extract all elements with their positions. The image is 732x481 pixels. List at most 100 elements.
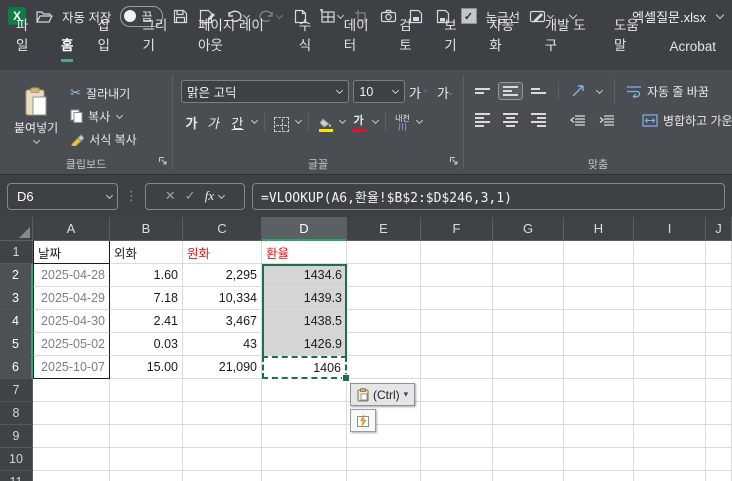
- ribbon-tab[interactable]: 자동화: [477, 7, 533, 70]
- font-color-button[interactable]: 가: [348, 109, 369, 134]
- bold-button[interactable]: 가: [181, 109, 202, 134]
- cell-E5[interactable]: [347, 333, 421, 356]
- paste-options-button[interactable]: (Ctrl) ▾: [350, 383, 416, 406]
- column-header-j[interactable]: J: [706, 217, 732, 241]
- grow-font-button[interactable]: 가 ＾: [409, 79, 430, 104]
- cell-G6[interactable]: [493, 356, 564, 379]
- cell-I2[interactable]: [634, 264, 706, 287]
- row-header-8[interactable]: 8: [0, 402, 33, 425]
- cell-G11[interactable]: [493, 471, 564, 481]
- ribbon-tab[interactable]: 그리기: [130, 7, 186, 70]
- italic-button[interactable]: 가: [201, 109, 227, 134]
- cell-C6[interactable]: 21,090: [183, 356, 262, 379]
- cell-E6[interactable]: [347, 356, 421, 379]
- row-header-6[interactable]: 6: [0, 356, 33, 379]
- cell-I7[interactable]: [634, 379, 706, 402]
- cell-D2[interactable]: 1434.6: [262, 264, 347, 287]
- cell-E4[interactable]: [347, 310, 421, 333]
- cell-E1[interactable]: [347, 241, 421, 264]
- file-name-dropdown-icon[interactable]: [715, 10, 725, 20]
- cell-J9[interactable]: [706, 425, 732, 448]
- row-header-3[interactable]: 3: [0, 287, 33, 310]
- borders-button[interactable]: [271, 109, 292, 134]
- cell-E2[interactable]: [347, 264, 421, 287]
- format-painter-button[interactable]: 서식 복사: [66, 128, 141, 150]
- cell-F1[interactable]: [421, 241, 493, 264]
- cell-B11[interactable]: [110, 471, 183, 481]
- cell-H10[interactable]: [564, 448, 634, 471]
- cell-I10[interactable]: [634, 448, 706, 471]
- row-header-4[interactable]: 4: [0, 310, 33, 333]
- name-box[interactable]: D6: [7, 182, 118, 210]
- cell-J11[interactable]: [706, 471, 732, 481]
- cell-J8[interactable]: [706, 402, 732, 425]
- cell-G10[interactable]: [493, 448, 564, 471]
- cell-B9[interactable]: [110, 425, 183, 448]
- row-header-7[interactable]: 7: [0, 379, 33, 402]
- cell-B10[interactable]: [110, 448, 183, 471]
- cell-J4[interactable]: [706, 310, 732, 333]
- cell-H7[interactable]: [564, 379, 634, 402]
- cell-B3[interactable]: 7.18: [110, 287, 183, 310]
- cell-J6[interactable]: [706, 356, 732, 379]
- cell-H9[interactable]: [564, 425, 634, 448]
- formula-input[interactable]: =VLOOKUP(A6,환율!$B$2:$D$246,3,1): [252, 182, 725, 210]
- column-header-b[interactable]: B: [110, 217, 183, 241]
- cell-D5[interactable]: 1426.9: [262, 333, 347, 356]
- orientation-dropdown-icon[interactable]: [595, 86, 604, 94]
- cell-H11[interactable]: [564, 471, 634, 481]
- cut-button[interactable]: ✂ 잘라내기: [66, 82, 141, 104]
- underline-dropdown-icon[interactable]: [250, 116, 259, 125]
- cell-C2[interactable]: 2,295: [183, 264, 262, 287]
- cell-C3[interactable]: 10,334: [183, 287, 262, 310]
- ribbon-tab[interactable]: 보기: [432, 7, 477, 70]
- cell-G8[interactable]: [493, 402, 564, 425]
- ribbon-tab[interactable]: 검토: [387, 7, 432, 70]
- ribbon-tab[interactable]: 홈: [49, 27, 85, 70]
- redo-button[interactable]: [258, 6, 283, 26]
- cell-F5[interactable]: [421, 333, 493, 356]
- cell-F4[interactable]: [421, 310, 493, 333]
- cell-F11[interactable]: [421, 471, 493, 481]
- cell-D9[interactable]: [262, 425, 347, 448]
- align-top-button[interactable]: [470, 84, 495, 98]
- row-header-5[interactable]: 5: [0, 333, 33, 356]
- cell-J1[interactable]: [706, 241, 732, 264]
- cell-J7[interactable]: [706, 379, 732, 402]
- cell-C11[interactable]: [183, 471, 262, 481]
- orientation-button[interactable]: [566, 80, 592, 102]
- cell-B6[interactable]: 15.00: [110, 356, 183, 379]
- cell-A11[interactable]: [33, 471, 110, 481]
- align-center-button[interactable]: [498, 109, 523, 131]
- underline-button[interactable]: 간: [227, 109, 248, 134]
- align-right-button[interactable]: [526, 109, 551, 131]
- cell-I1[interactable]: [634, 241, 706, 264]
- cell-F6[interactable]: [421, 356, 493, 379]
- cell-D4[interactable]: 1438.5: [262, 310, 347, 333]
- ribbon-tab[interactable]: 수식: [287, 7, 332, 70]
- ribbon-tab[interactable]: 개발 도구: [533, 7, 602, 70]
- cell-B2[interactable]: 1.60: [110, 264, 183, 287]
- column-header-h[interactable]: H: [564, 217, 634, 241]
- cell-F9[interactable]: [421, 425, 493, 448]
- cell-E11[interactable]: [347, 471, 421, 481]
- cell-D8[interactable]: [262, 402, 347, 425]
- ribbon-tab[interactable]: Acrobat: [657, 32, 728, 70]
- column-header-d[interactable]: D: [262, 217, 347, 241]
- fx-dropdown-icon[interactable]: [218, 191, 226, 199]
- cell-F10[interactable]: [421, 448, 493, 471]
- row-header-1[interactable]: 1: [0, 241, 33, 264]
- shrink-font-button[interactable]: 가ˇ: [434, 79, 455, 104]
- phonetic-dropdown-icon[interactable]: [415, 116, 424, 125]
- cell-I11[interactable]: [634, 471, 706, 481]
- phonetic-button[interactable]: 내천 川: [392, 109, 413, 134]
- enter-button[interactable]: ✓: [185, 189, 196, 204]
- select-all-corner[interactable]: [0, 217, 33, 241]
- cell-H1[interactable]: [564, 241, 634, 264]
- cell-D3[interactable]: 1439.3: [262, 287, 347, 310]
- cell-A2[interactable]: 2025-04-28: [33, 264, 110, 287]
- quick-analysis-button[interactable]: [350, 409, 376, 432]
- cell-A3[interactable]: 2025-04-29: [33, 287, 110, 310]
- font-color-dropdown-icon[interactable]: [371, 116, 380, 125]
- cell-I4[interactable]: [634, 310, 706, 333]
